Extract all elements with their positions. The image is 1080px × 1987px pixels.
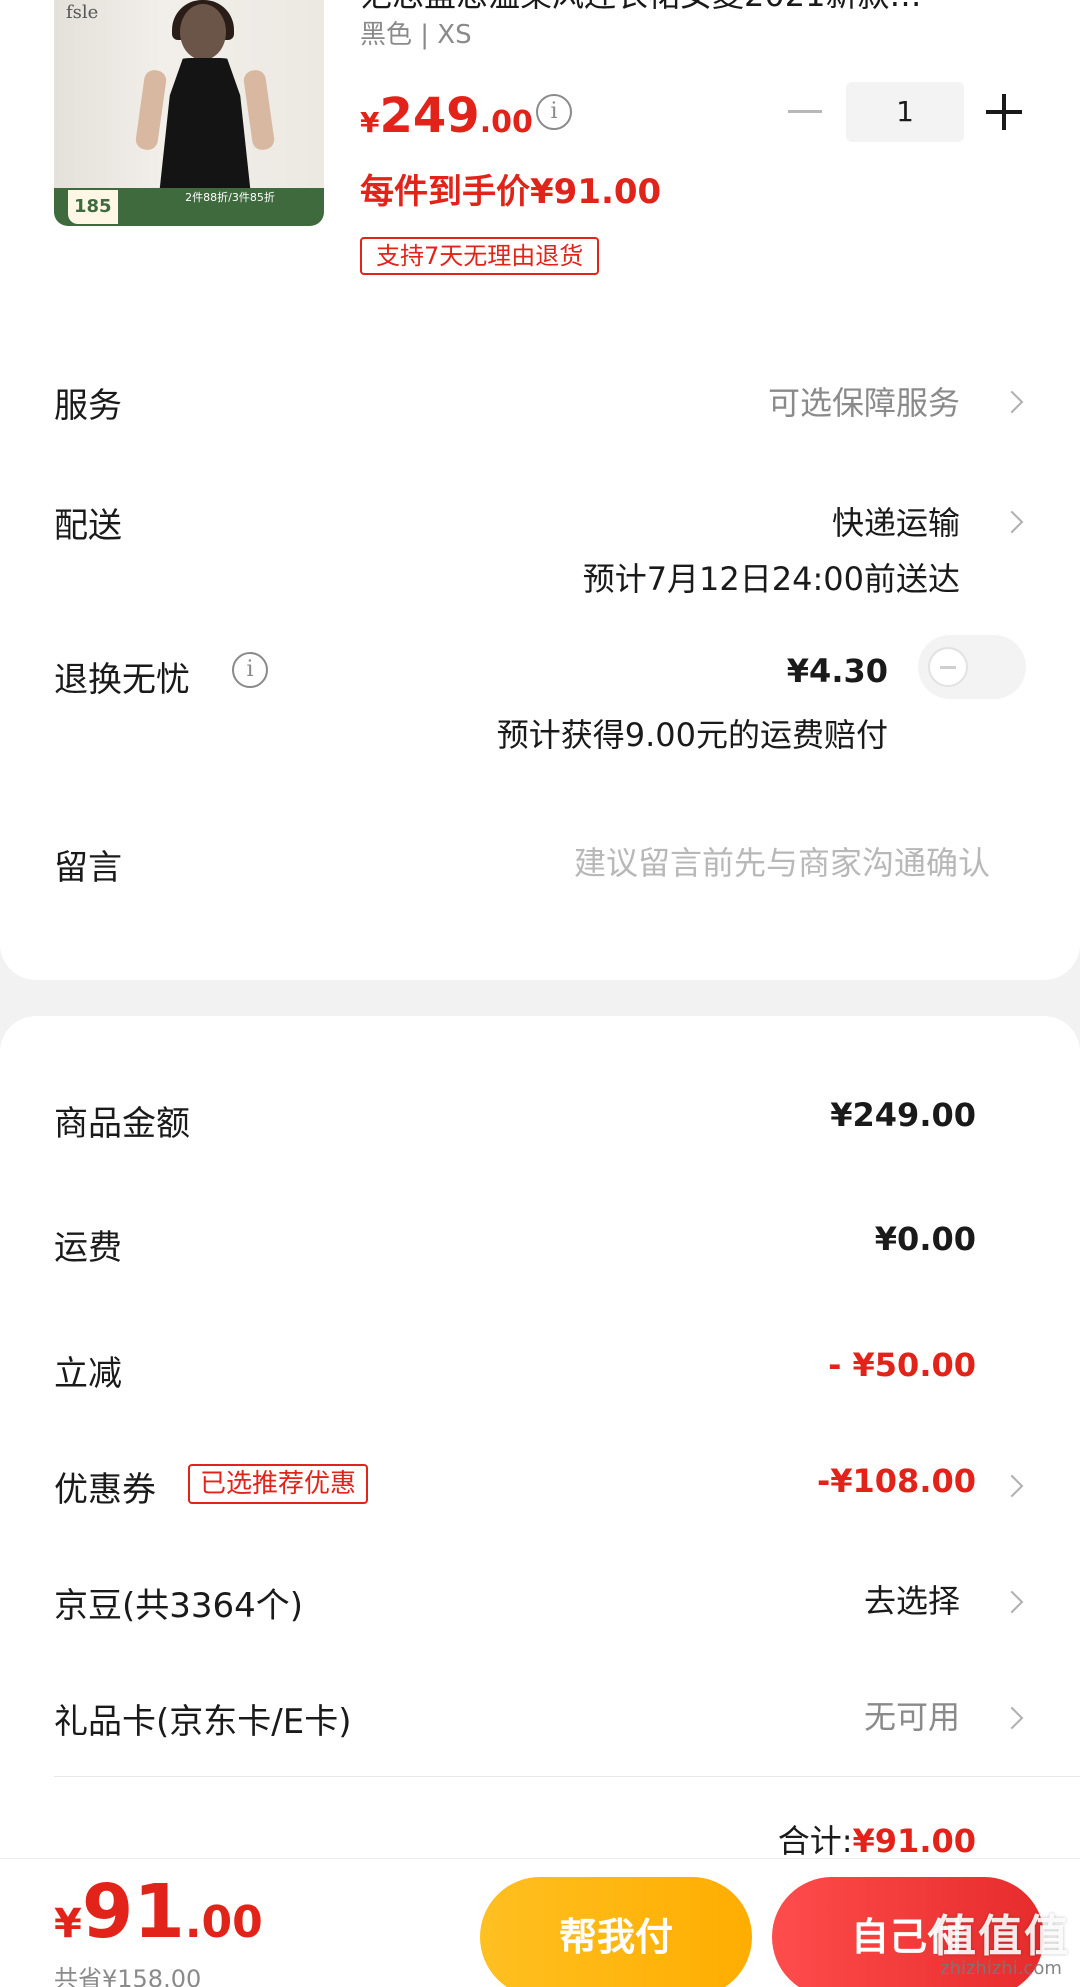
order-total-value: ¥91.00	[852, 1822, 976, 1860]
shipping-value: ¥0.00	[874, 1220, 976, 1258]
order-card: fsle 185 2件88折/3件85折 范思蓝恩温柔风连衣裙女夏2021新款……	[0, 0, 1080, 980]
service-label: 服务	[54, 386, 122, 426]
message-input[interactable]: 建议留言前先与商家沟通确认	[574, 838, 990, 884]
price-currency: ¥	[360, 106, 380, 139]
price-integer: 249	[379, 88, 480, 144]
product-image[interactable]: fsle 185 2件88折/3件85折	[54, 0, 324, 226]
shipping-label: 运费	[54, 1228, 122, 1268]
return-worry-toggle[interactable]	[918, 635, 1026, 699]
coupon-value[interactable]: -¥108.00	[817, 1462, 976, 1500]
jingdou-label: 京豆(共3364个)	[54, 1586, 304, 1626]
toggle-knob	[928, 647, 968, 687]
delivery-label: 配送	[54, 506, 122, 546]
return-worry-info-icon[interactable]: i	[232, 652, 268, 688]
final-unit-price: 每件到手价¥91.00	[360, 172, 662, 212]
quantity-plus-button[interactable]	[986, 94, 1022, 130]
gift-card-label: 礼品卡(京东卡/E卡)	[54, 1702, 352, 1742]
jingdou-select[interactable]: 去选择	[864, 1576, 960, 1622]
total-saved: 共省¥158.00	[54, 1965, 202, 1987]
return-policy-tag: 支持7天无理由退货	[360, 237, 600, 275]
payable-decimal: .00	[184, 1897, 263, 1948]
quantity-input[interactable]: 1	[846, 82, 964, 142]
order-total-label: 合计:	[777, 1822, 853, 1860]
return-worry-label: 退换无忧	[54, 660, 190, 700]
delivery-eta: 预计7月12日24:00前送达	[582, 560, 960, 598]
quantity-minus-button[interactable]	[788, 110, 822, 113]
service-value[interactable]: 可选保障服务	[768, 378, 960, 424]
coupon-recommended-tag: 已选推荐优惠	[188, 1464, 369, 1504]
return-worry-compensation: 预计获得9.00元的运费赔付	[496, 716, 888, 754]
product-image-brand: fsle	[66, 2, 99, 23]
discount-value: - ¥50.00	[828, 1346, 976, 1384]
goods-amount-value: ¥249.00	[830, 1096, 976, 1134]
help-me-pay-button[interactable]: 帮我付	[480, 1877, 752, 1987]
model-arm-right	[242, 68, 276, 152]
return-worry-fee: ¥4.30	[786, 652, 888, 690]
payable-amount: ¥91.00	[54, 1869, 263, 1955]
checkout-bottom-bar: ¥91.00 共省¥158.00 帮我付 自己付	[0, 1858, 1080, 1987]
delivery-method[interactable]: 快递运输	[832, 498, 960, 544]
coupon-label[interactable]: 优惠券	[54, 1462, 156, 1511]
product-image-promo-text: 2件88折/3件85折	[185, 191, 275, 204]
payable-currency: ¥	[54, 1901, 82, 1947]
model-arm-left	[134, 68, 168, 152]
product-image-promo-band: 185 2件88折/3件85折	[54, 188, 324, 226]
gift-card-value[interactable]: 无可用	[864, 1692, 960, 1738]
product-price: ¥249.00	[360, 88, 533, 144]
message-label: 留言	[54, 848, 122, 888]
price-info-icon[interactable]: i	[536, 94, 572, 130]
checkout-page: fsle 185 2件88折/3件85折 范思蓝恩温柔风连衣裙女夏2021新款……	[0, 0, 1080, 1987]
payable-integer: 91	[81, 1869, 185, 1955]
service-chevron-right-icon[interactable]	[1000, 390, 1024, 414]
order-total: 合计:¥91.00	[778, 1816, 976, 1862]
site-watermark-url: zhizhizhi.com	[940, 1958, 1062, 1979]
model-face	[180, 4, 226, 60]
site-watermark: 值值值	[932, 1911, 1070, 1962]
delivery-chevron-right-icon[interactable]	[1000, 510, 1024, 534]
product-spec[interactable]: 黑色 | XS	[360, 14, 472, 51]
product-image-badge-price: 185	[68, 190, 118, 224]
price-decimal: .00	[479, 105, 533, 140]
discount-label: 立减	[54, 1354, 122, 1394]
summary-divider	[54, 1776, 1080, 1777]
goods-amount-label: 商品金额	[54, 1104, 190, 1144]
